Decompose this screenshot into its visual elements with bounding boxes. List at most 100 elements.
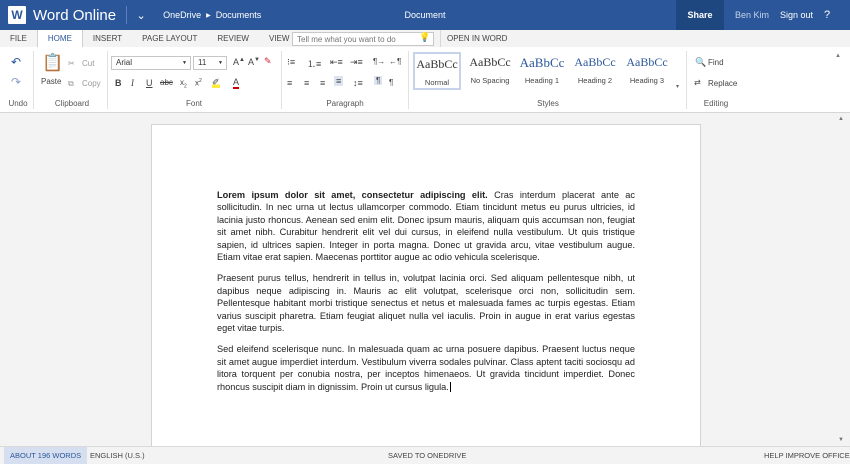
paragraph-3[interactable]: Sed eleifend scelerisque nunc. In malesu…: [217, 343, 635, 393]
replace-icon[interactable]: ⇄: [694, 78, 701, 87]
tell-me-input[interactable]: [292, 32, 434, 46]
grow-font-icon[interactable]: A▲: [233, 57, 245, 67]
italic-icon[interactable]: I: [131, 78, 134, 88]
justify-icon[interactable]: ≡: [334, 76, 344, 86]
style-name: Heading 1: [524, 76, 560, 85]
status-bar: ABOUT 196 WORDS ENGLISH (U.S.) SAVED TO …: [0, 446, 850, 464]
numbering-icon[interactable]: ⒈≡: [307, 57, 321, 70]
ltr-icon[interactable]: ¶: [374, 76, 383, 85]
cut-button[interactable]: Cut: [82, 59, 94, 68]
style-sample: AaBbCc: [626, 55, 668, 69]
vertical-scrollbar[interactable]: [836, 113, 850, 446]
chevron-down-icon[interactable]: ⌄: [131, 9, 151, 22]
align-right-icon[interactable]: ≡: [320, 78, 325, 88]
chevron-down-icon: ▼: [218, 60, 223, 66]
subscript-icon[interactable]: x2: [180, 78, 187, 90]
style-name: Heading 3: [629, 76, 665, 85]
group-label-undo: Undo: [8, 99, 28, 108]
text-direction-icon[interactable]: ¶→: [373, 57, 385, 66]
font-color-icon[interactable]: A: [233, 77, 240, 89]
group-separator: [686, 51, 687, 109]
tab-page-layout[interactable]: PAGE LAYOUT: [132, 30, 207, 47]
group-separator: [281, 51, 282, 109]
help-improve-office-link[interactable]: HELP IMPROVE OFFICE: [764, 447, 850, 464]
increase-indent-icon[interactable]: ⇥≡: [350, 57, 363, 68]
clear-formatting-icon[interactable]: ✎: [264, 56, 272, 67]
group-label-clipboard: Clipboard: [54, 99, 90, 108]
style-name: Heading 2: [577, 76, 613, 85]
rtl-icon[interactable]: ¶: [389, 78, 393, 87]
group-separator: [33, 51, 34, 109]
sign-out-link[interactable]: Sign out: [780, 10, 813, 20]
underline-icon[interactable]: U: [146, 78, 153, 88]
open-in-word-button[interactable]: OPEN IN WORD: [440, 30, 513, 47]
paste-icon[interactable]: 📋: [42, 53, 63, 73]
copy-icon[interactable]: ⧉: [68, 79, 74, 89]
cut-icon[interactable]: ✂: [68, 59, 75, 68]
group-label-styles: Styles: [537, 99, 559, 108]
font-size-select[interactable]: 11 ▼: [193, 56, 227, 70]
breadcrumb-onedrive[interactable]: OneDrive: [163, 10, 201, 20]
decrease-indent-icon[interactable]: ⇤≡: [330, 57, 343, 68]
group-label-paragraph: Paragraph: [326, 99, 364, 108]
help-icon[interactable]: ?: [824, 9, 830, 21]
paste-button[interactable]: Paste: [41, 77, 61, 86]
title-separator: [126, 6, 128, 24]
align-center-icon[interactable]: ≡: [304, 78, 309, 88]
undo-icon[interactable]: ↶: [11, 55, 21, 69]
font-name-value: Arial: [116, 58, 133, 67]
paragraph-1[interactable]: Lorem ipsum dolor sit amet, consectetur …: [217, 189, 635, 263]
tab-file[interactable]: FILE: [0, 30, 37, 47]
paragraph-2[interactable]: Praesent purus tellus, hendrerit in tell…: [217, 272, 635, 334]
lightbulb-icon: 💡: [419, 32, 431, 42]
style-sample: AaBbCc: [519, 55, 565, 70]
style-sample: AaBbCc: [416, 57, 458, 71]
align-left-icon[interactable]: ≡: [287, 78, 292, 88]
text-direction-rtl-icon[interactable]: ←¶: [389, 57, 401, 66]
tab-home[interactable]: HOME: [36, 30, 83, 47]
user-name[interactable]: Ben Kim: [735, 10, 769, 20]
document-page[interactable]: Lorem ipsum dolor sit amet, consectetur …: [151, 124, 701, 454]
bullets-icon[interactable]: ⁝≡: [287, 57, 295, 68]
word-logo-icon[interactable]: W: [8, 6, 26, 24]
styles-more-icon[interactable]: ▾: [676, 83, 679, 90]
find-button[interactable]: Find: [708, 58, 724, 67]
word-count[interactable]: ABOUT 196 WORDS: [4, 447, 88, 464]
line-spacing-icon[interactable]: ↕≡: [353, 78, 363, 88]
title-bar: W Word Online ⌄ OneDrive ▶ Documents Doc…: [0, 0, 850, 30]
style-heading-3[interactable]: AaBbCc Heading 3: [623, 52, 671, 90]
group-separator: [408, 51, 409, 109]
breadcrumb-documents[interactable]: Documents: [216, 10, 262, 20]
collapse-ribbon-icon[interactable]: ▲: [835, 53, 841, 59]
language-indicator[interactable]: ENGLISH (U.S.): [90, 447, 145, 464]
bold-icon[interactable]: B: [115, 78, 122, 88]
superscript-icon[interactable]: x2: [195, 78, 202, 88]
scroll-down-icon[interactable]: ▼: [838, 437, 844, 443]
tab-review[interactable]: REVIEW: [207, 30, 259, 47]
style-normal[interactable]: AaBbCc Normal: [413, 52, 461, 90]
replace-button[interactable]: Replace: [708, 79, 737, 88]
scroll-up-icon[interactable]: ▲: [838, 116, 844, 122]
text-cursor: [449, 382, 451, 393]
document-canvas[interactable]: Lorem ipsum dolor sit amet, consectetur …: [0, 113, 850, 454]
copy-button[interactable]: Copy: [82, 79, 101, 88]
redo-icon[interactable]: ↷: [11, 75, 21, 89]
bold-lead-sentence: Lorem ipsum dolor sit amet, consectetur …: [217, 190, 488, 200]
document-body[interactable]: Lorem ipsum dolor sit amet, consectetur …: [217, 189, 635, 402]
document-title[interactable]: Document: [360, 10, 490, 20]
font-name-select[interactable]: Arial ▼: [111, 56, 191, 70]
style-sample: AaBbCc: [574, 55, 616, 69]
save-status: SAVED TO ONEDRIVE: [388, 451, 467, 460]
tab-insert[interactable]: INSERT: [83, 30, 132, 47]
shrink-font-icon[interactable]: A▼: [248, 57, 260, 67]
highlight-icon[interactable]: ✐: [212, 77, 220, 88]
find-icon[interactable]: 🔍: [695, 57, 706, 68]
strikethrough-icon[interactable]: abc: [160, 78, 173, 87]
style-heading-1[interactable]: AaBbCc Heading 1: [518, 52, 566, 90]
style-heading-2[interactable]: AaBbCc Heading 2: [571, 52, 619, 90]
share-button[interactable]: Share: [676, 0, 724, 30]
group-label-editing: Editing: [703, 99, 729, 108]
style-no-spacing[interactable]: AaBbCc No Spacing: [466, 52, 514, 90]
breadcrumb: OneDrive ▶ Documents: [163, 10, 261, 20]
app-name[interactable]: Word Online: [33, 7, 116, 24]
